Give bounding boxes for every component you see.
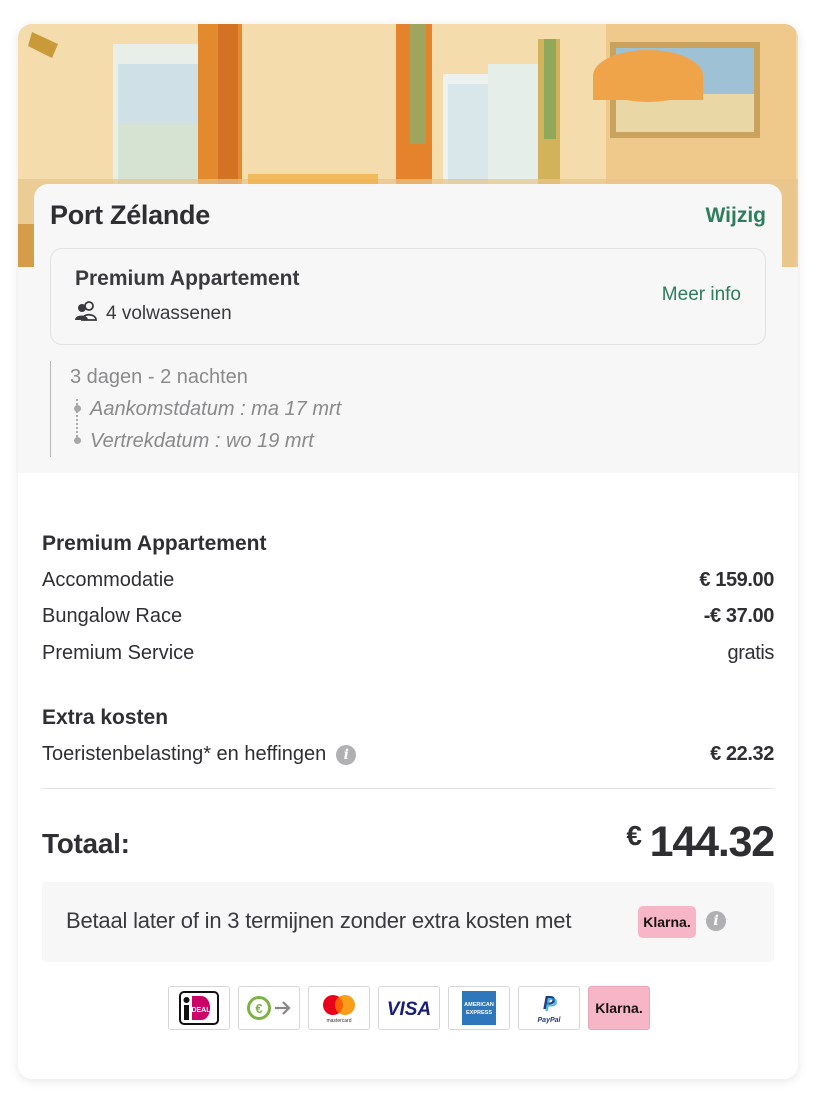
guests-icon bbox=[75, 301, 97, 327]
arrival-date: Aankomstdatum : ma 17 mrt bbox=[90, 398, 342, 420]
svg-text:AMERICAN: AMERICAN bbox=[464, 1002, 494, 1008]
divider bbox=[42, 788, 774, 789]
price-line: Accommodatie € 159.00 bbox=[42, 569, 774, 595]
extra-cost-label-wrap: Toeristenbelasting* en heffingen i bbox=[42, 743, 357, 766]
change-booking-link[interactable]: Wijzig bbox=[706, 204, 766, 228]
payment-methods: iDEAL € mastercard VISA AMERICAN EXPRESS… bbox=[168, 986, 650, 1030]
total-currency: € bbox=[626, 820, 642, 851]
price-line-label: Premium Service bbox=[42, 642, 195, 664]
svg-text:iDEAL: iDEAL bbox=[190, 1007, 212, 1014]
svg-text:Klarna.: Klarna. bbox=[595, 1000, 642, 1016]
price-line-value: € 159.00 bbox=[699, 569, 774, 591]
total-amount: 144.32 bbox=[649, 818, 776, 866]
info-icon[interactable]: i bbox=[706, 911, 726, 931]
svg-text:€: € bbox=[255, 1001, 262, 1016]
visa-icon: VISA bbox=[378, 986, 440, 1030]
info-icon[interactable]: i bbox=[336, 744, 357, 765]
price-line-label: Bungalow Race bbox=[42, 605, 183, 627]
price-line: Bungalow Race -€ 37.00 bbox=[42, 605, 774, 631]
price-section-title: Premium Appartement bbox=[42, 532, 267, 555]
svg-text:P: P bbox=[545, 995, 558, 1015]
departure-dot bbox=[74, 437, 81, 444]
extra-cost-line: Toeristenbelasting* en heffingen i € 22.… bbox=[42, 743, 774, 769]
mastercard-icon: mastercard bbox=[308, 986, 370, 1030]
accommodation-title: Premium Appartement bbox=[75, 267, 300, 290]
accommodation-box: Premium Appartement 4 volwassenen Meer i… bbox=[50, 248, 766, 345]
svg-text:PayPal: PayPal bbox=[538, 1017, 562, 1024]
svg-text:mastercard: mastercard bbox=[326, 1018, 351, 1024]
price-line: Premium Service gratis bbox=[42, 642, 774, 668]
svg-text:VISA: VISA bbox=[387, 999, 431, 1019]
departure-date: Vertrekdatum : wo 19 mrt bbox=[90, 430, 314, 452]
price-line-label: Accommodatie bbox=[42, 569, 175, 591]
paypal-icon: P P PayPal bbox=[518, 986, 580, 1030]
price-line-value: -€ 37.00 bbox=[703, 605, 775, 627]
booking-summary-card: Port Zélande Wijzig Premium Appartement … bbox=[18, 24, 798, 1079]
guests-count: 4 volwassenen bbox=[106, 303, 232, 324]
svg-text:EXPRESS: EXPRESS bbox=[466, 1010, 492, 1016]
price-line-value: gratis bbox=[727, 642, 774, 664]
klarna-message: Betaal later of in 3 termijnen zonder ex… bbox=[66, 908, 572, 933]
more-info-link[interactable]: Meer info bbox=[662, 284, 741, 306]
extra-cost-label: Toeristenbelasting* en heffingen bbox=[42, 743, 327, 765]
bank-transfer-icon: € bbox=[238, 986, 300, 1030]
ideal-icon: iDEAL bbox=[168, 986, 230, 1030]
arrival-dot bbox=[74, 405, 81, 412]
extra-costs-title: Extra kosten bbox=[42, 706, 169, 729]
park-name: Port Zélande bbox=[50, 200, 210, 230]
klarna-banner: Betaal later of in 3 termijnen zonder ex… bbox=[42, 882, 774, 962]
stay-dates: 3 dagen - 2 nachten Aankomstdatum : ma 1… bbox=[50, 361, 450, 457]
total-label: Totaal: bbox=[42, 828, 130, 859]
klarna-logo: Klarna. bbox=[638, 906, 696, 938]
guests-info: 4 volwassenen bbox=[75, 301, 232, 327]
klarna-icon: Klarna. bbox=[588, 986, 650, 1030]
amex-icon: AMERICAN EXPRESS bbox=[448, 986, 510, 1030]
stay-duration: 3 dagen - 2 nachten bbox=[70, 366, 248, 388]
extra-cost-value: € 22.32 bbox=[710, 743, 774, 765]
